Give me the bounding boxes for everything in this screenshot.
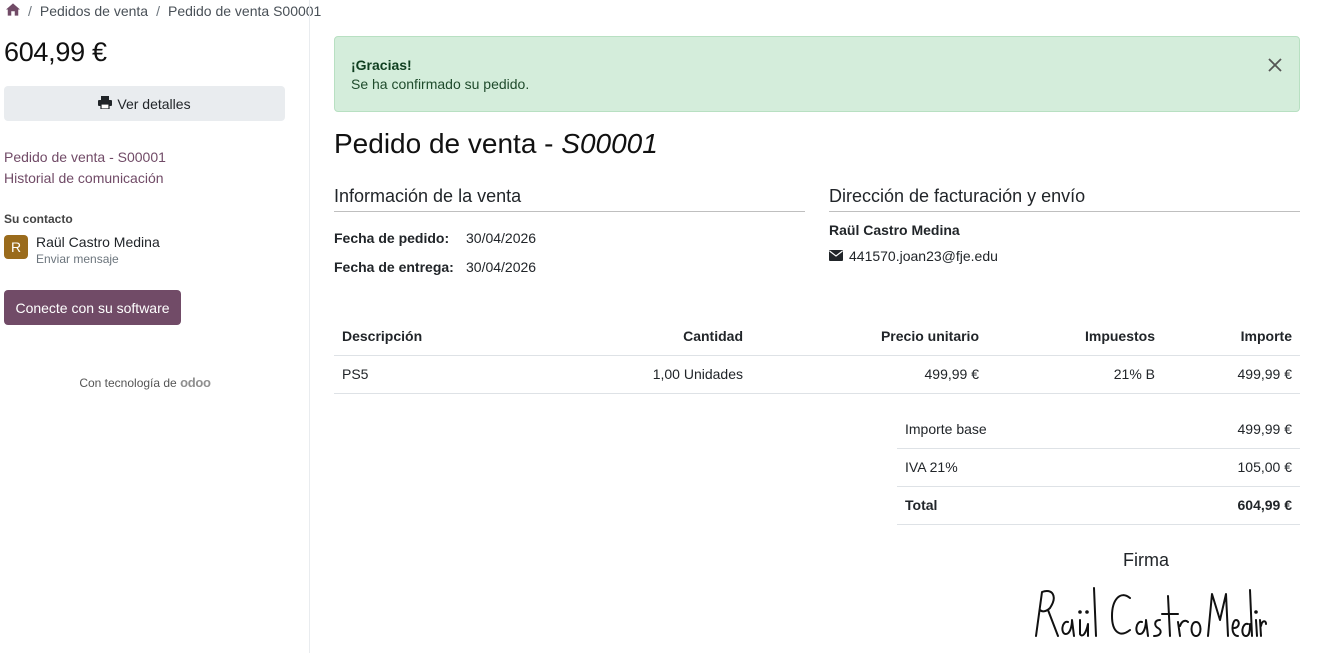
sales-info-title: Información de la venta (334, 186, 805, 212)
sidebar-link-order[interactable]: Pedido de venta - S00001 (4, 147, 166, 168)
envelope-icon (829, 248, 843, 264)
order-date-value: 30/04/2026 (466, 230, 537, 246)
order-date-label: Fecha de pedido: (334, 230, 450, 246)
send-message-link[interactable]: Enviar mensaje (36, 251, 160, 267)
order-date-row: Fecha de pedido: 30/04/2026 (334, 230, 536, 246)
table-row: PS5 1,00 Unidades 499,99 € 21% B 499,99 … (334, 355, 1300, 394)
close-icon[interactable] (1267, 57, 1283, 73)
order-lines-table: Descripción Cantidad Precio unitario Imp… (334, 318, 1300, 394)
alert-message: Se ha confirmado su pedido. (351, 76, 530, 92)
line-description: PS5 (334, 355, 534, 394)
order-reference: S00001 (561, 128, 658, 159)
total-label: Total (897, 486, 1132, 525)
powered-by: Con tecnología de odoo (0, 375, 290, 390)
line-quantity: 1,00 Unidades (534, 355, 751, 394)
delivery-date-value: 30/04/2026 (466, 259, 537, 275)
alert-title: ¡Gracias! (351, 57, 412, 73)
confirmation-alert: ¡Gracias! Se ha confirmado su pedido. (334, 36, 1300, 112)
view-details-label: Ver detalles (117, 95, 191, 112)
totals-row-total: Total 604,99 € (897, 486, 1300, 525)
customer-email-row: 441570.joan23@fje.edu (829, 248, 998, 264)
column-quantity: Cantidad (534, 318, 751, 356)
line-taxes: 21% B (987, 355, 1163, 394)
view-details-button[interactable]: Ver detalles (4, 86, 285, 121)
base-amount-label: Importe base (897, 410, 1132, 449)
column-taxes: Impuestos (987, 318, 1163, 356)
sidebar: 604,99 € Ver detalles Pedido de venta - … (0, 0, 310, 653)
signature-label: Firma (1123, 550, 1169, 570)
customer-email[interactable]: 441570.joan23@fje.edu (849, 248, 998, 264)
handwritten-signature (1028, 580, 1268, 647)
line-unit-price: 499,99 € (751, 355, 987, 394)
delivery-date-row: Fecha de entrega: 30/04/2026 (334, 259, 536, 275)
printer-icon (98, 95, 113, 112)
contact-title: Su contacto (4, 212, 73, 226)
contact-card: R Raül Castro Medina Enviar mensaje (4, 233, 160, 267)
column-amount: Importe (1163, 318, 1300, 356)
powered-by-text: Con tecnología de (79, 376, 177, 390)
totals-table: Importe base 499,99 € IVA 21% 105,00 € T… (897, 410, 1300, 525)
table-header-row: Descripción Cantidad Precio unitario Imp… (334, 318, 1300, 356)
sidebar-link-history[interactable]: Historial de comunicación (4, 168, 166, 189)
tax-value: 105,00 € (1131, 448, 1300, 487)
odoo-logo[interactable]: odoo (180, 375, 211, 390)
contact-name: Raül Castro Medina (36, 234, 160, 250)
order-amount: 604,99 € (4, 37, 107, 67)
customer-name: Raül Castro Medina (829, 222, 960, 238)
totals-row-tax: IVA 21% 105,00 € (897, 448, 1300, 487)
column-description: Descripción (334, 318, 534, 356)
page-title: Pedido de venta - S00001 (334, 128, 658, 160)
delivery-date-label: Fecha de entrega: (334, 259, 454, 275)
billing-address-title: Dirección de facturación y envío (829, 186, 1300, 212)
column-unit-price: Precio unitario (751, 318, 987, 356)
page-title-prefix: Pedido de venta - (334, 128, 562, 159)
connect-software-button[interactable]: Conecte con su software (4, 290, 181, 325)
total-value: 604,99 € (1131, 486, 1300, 525)
base-amount-value: 499,99 € (1131, 410, 1300, 449)
sidebar-links: Pedido de venta - S00001 Historial de co… (4, 147, 166, 189)
totals-row-base: Importe base 499,99 € (897, 410, 1300, 449)
avatar: R (4, 235, 28, 259)
tax-label: IVA 21% (897, 448, 1132, 487)
line-amount: 499,99 € (1163, 355, 1300, 394)
